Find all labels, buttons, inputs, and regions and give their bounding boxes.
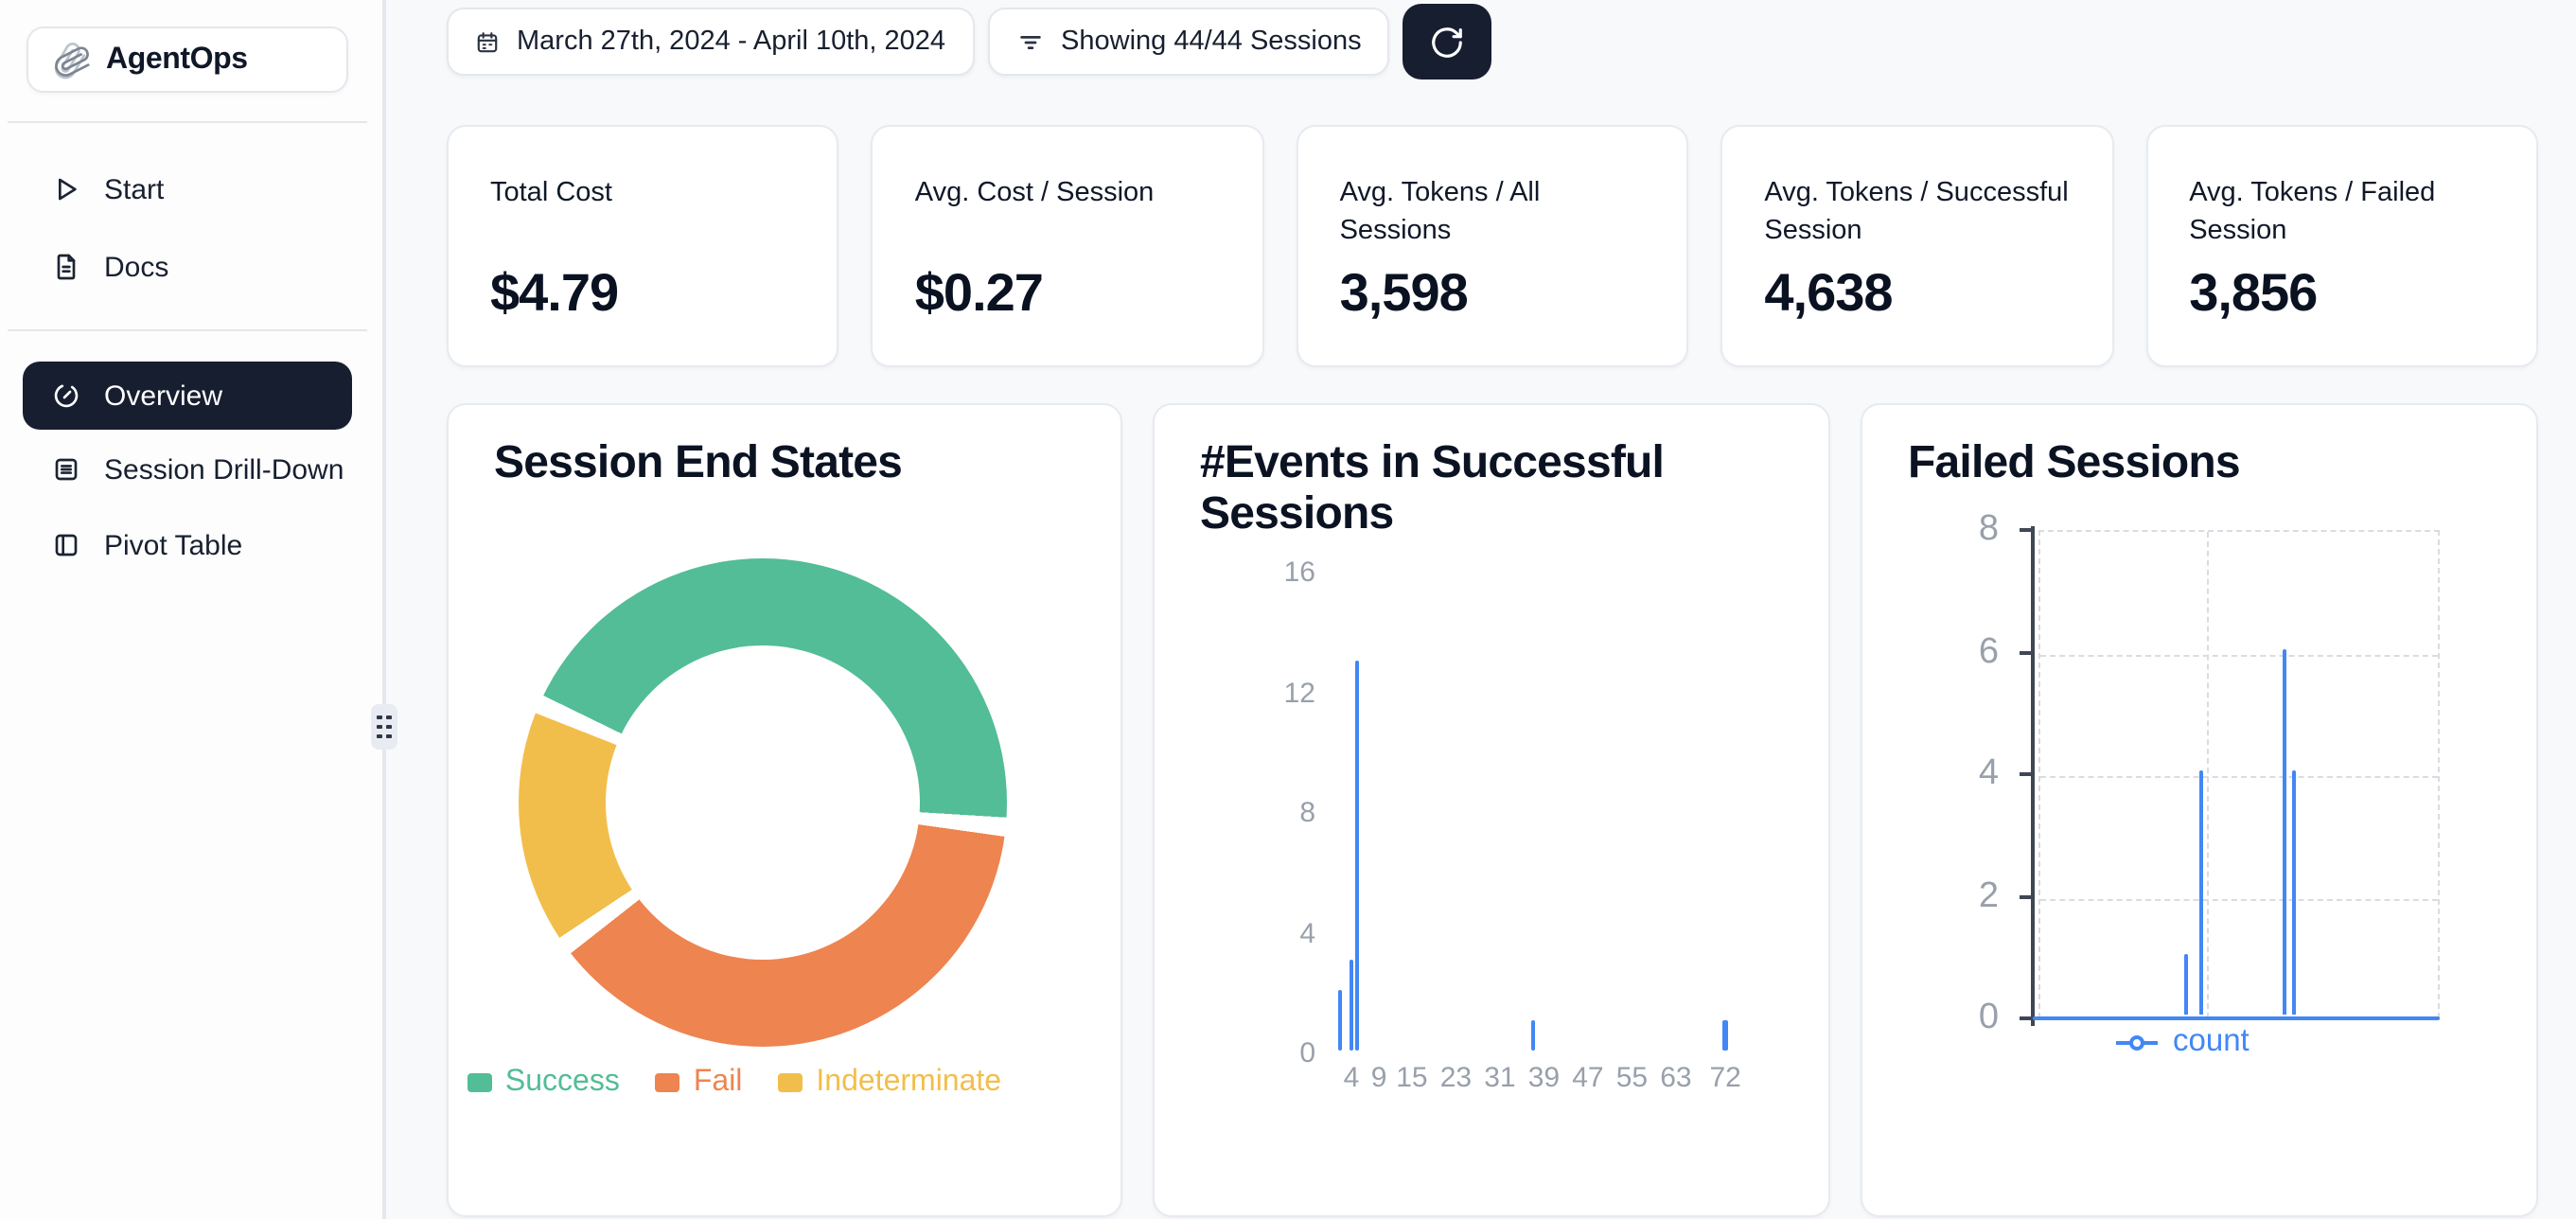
- count-spike: [2282, 648, 2285, 1015]
- y-tick-label: 8: [1202, 797, 1315, 829]
- sidebar-item-session-drill-down[interactable]: Session Drill-Down: [23, 443, 363, 496]
- stat-card-avg-tokens-all: Avg. Tokens / All Sessions 3,598: [1297, 125, 1689, 367]
- filter-icon: [1015, 27, 1044, 56]
- legend-swatch: [468, 1073, 492, 1092]
- sidebar-item-label: Session Drill-Down: [104, 453, 344, 486]
- list-box-icon: [51, 454, 81, 485]
- y-tick-label: 16: [1202, 556, 1315, 589]
- stat-card-avg-cost-session: Avg. Cost / Session $0.27: [872, 125, 1264, 367]
- logo[interactable]: AgentOps: [26, 26, 348, 93]
- sidebar-divider: [8, 329, 367, 331]
- y-axis-tick: [2020, 773, 2031, 777]
- histogram-bar: [1350, 961, 1354, 1051]
- stat-cards-row: Total Cost $4.79 Avg. Cost / Session $0.…: [447, 125, 2538, 367]
- y-axis-tick: [2020, 529, 2031, 533]
- play-icon: [51, 174, 81, 204]
- sidebar-item-label: Pivot Table: [104, 529, 242, 561]
- legend-item-indeterminate[interactable]: Indeterminate: [778, 1066, 1001, 1100]
- y-tick-label: 0: [1202, 1037, 1315, 1069]
- sidebar-item-label: Start: [104, 173, 164, 205]
- stat-value: 3,856: [2189, 263, 2317, 324]
- legend-item-fail[interactable]: Fail: [656, 1066, 743, 1100]
- y-tick-label: 0: [1885, 998, 1999, 1040]
- sidebar-item-label: Overview: [104, 380, 222, 412]
- refresh-button[interactable]: [1403, 4, 1492, 80]
- legend-line-marker: [2116, 1040, 2158, 1044]
- histogram-bar: [1530, 1020, 1535, 1051]
- failed-sessions-chart: 0 2 4 6 8: [1862, 405, 2536, 1215]
- y-axis-tick: [2020, 895, 2031, 899]
- count-spike: [2200, 770, 2204, 1015]
- stat-value: $4.79: [490, 263, 618, 324]
- donut-legend: Success Fail Indeterminate: [449, 1066, 1020, 1100]
- session-end-states-card: Session End States Success Fail Indetermin…: [447, 403, 1122, 1217]
- y-tick-label: 4: [1202, 917, 1315, 949]
- legend-label: count: [2173, 1024, 2250, 1060]
- y-tick-label: 8: [1885, 510, 1999, 552]
- stat-card-avg-tokens-successful: Avg. Tokens / Successful Session 4,638: [1720, 125, 2113, 367]
- topbar: March 27th, 2024 - April 10th, 2024 Show…: [447, 4, 1492, 80]
- y-tick-label: 6: [1885, 632, 1999, 674]
- stat-label: Avg. Tokens / Successful Session: [1764, 174, 2070, 250]
- session-end-states-donut-chart: [519, 558, 1007, 1047]
- stat-card-total-cost: Total Cost $4.79: [447, 125, 839, 367]
- legend-swatch: [778, 1073, 803, 1092]
- charts-row: Session End States Success Fail Indetermin…: [447, 403, 2538, 1217]
- sidebar-item-start[interactable]: Start: [23, 163, 363, 216]
- failed-sessions-card: Failed Sessions 02468 count: [1861, 403, 2538, 1217]
- sidebar-item-overview[interactable]: Overview: [23, 362, 352, 430]
- legend-swatch: [656, 1073, 680, 1092]
- legend-label: Success: [505, 1066, 620, 1100]
- document-icon: [51, 252, 81, 282]
- panel-left-icon: [51, 530, 81, 560]
- session-filter-label: Showing 44/44 Sessions: [1061, 26, 1362, 57]
- paperclip-logo-icon: [51, 41, 89, 79]
- plot-grid: [2038, 530, 2440, 1018]
- stat-card-avg-tokens-failed: Avg. Tokens / Failed Session 3,856: [2145, 125, 2538, 367]
- legend-label: Fail: [694, 1066, 743, 1100]
- stat-label: Avg. Tokens / Failed Session: [2189, 174, 2495, 250]
- sidebar-item-docs[interactable]: Docs: [23, 240, 363, 293]
- legend-label: Indeterminate: [816, 1066, 1001, 1100]
- calendar-icon: [475, 29, 500, 54]
- events-histogram-chart: 0481216491523313947556372: [1155, 405, 1828, 1215]
- sidebar-item-pivot-table[interactable]: Pivot Table: [23, 519, 363, 572]
- stat-label: Total Cost: [490, 174, 796, 212]
- date-range-label: March 27th, 2024 - April 10th, 2024: [517, 26, 945, 57]
- app-title: AgentOps: [106, 43, 248, 77]
- sidebar: AgentOps Start Docs Overview Session Dri…: [0, 0, 386, 1219]
- refresh-icon: [1430, 24, 1466, 60]
- y-axis-line: [2031, 526, 2035, 1026]
- histogram-bar: [1723, 1020, 1728, 1051]
- histogram-bar: [1354, 660, 1359, 1051]
- y-tick-label: 2: [1885, 876, 1999, 918]
- stat-label: Avg. Tokens / All Sessions: [1340, 174, 1646, 250]
- gauge-icon: [51, 380, 81, 411]
- sidebar-resize-handle[interactable]: [371, 704, 397, 750]
- sidebar-divider: [8, 121, 367, 123]
- chart-title: Session End States: [494, 437, 902, 488]
- legend-item-success[interactable]: Success: [468, 1066, 620, 1100]
- date-range-button[interactable]: March 27th, 2024 - April 10th, 2024: [447, 8, 974, 76]
- sidebar-item-label: Docs: [104, 251, 168, 283]
- x-tick-label: 72: [1697, 1062, 1754, 1094]
- histogram-bar: [1338, 991, 1343, 1051]
- x-tick-label: 63: [1648, 1062, 1704, 1094]
- y-axis-tick: [2020, 1017, 2031, 1021]
- y-tick-label: 12: [1202, 677, 1315, 709]
- zero-baseline: [2033, 1016, 2440, 1019]
- stat-label: Avg. Cost / Session: [915, 174, 1221, 212]
- stat-value: $0.27: [915, 263, 1043, 324]
- y-axis-tick: [2020, 651, 2031, 655]
- count-spike: [2293, 770, 2297, 1015]
- session-filter-button[interactable]: Showing 44/44 Sessions: [987, 8, 1390, 76]
- y-tick-label: 4: [1885, 754, 1999, 796]
- dashboard-page: AgentOps Start Docs Overview Session Dri…: [0, 0, 2576, 1219]
- events-histogram-card: #Events in Successful Sessions 048121649…: [1153, 403, 1830, 1217]
- line-legend[interactable]: count: [2116, 1024, 2250, 1060]
- stat-value: 4,638: [1764, 263, 1892, 324]
- count-spike: [2183, 954, 2187, 1016]
- stat-value: 3,598: [1340, 263, 1468, 324]
